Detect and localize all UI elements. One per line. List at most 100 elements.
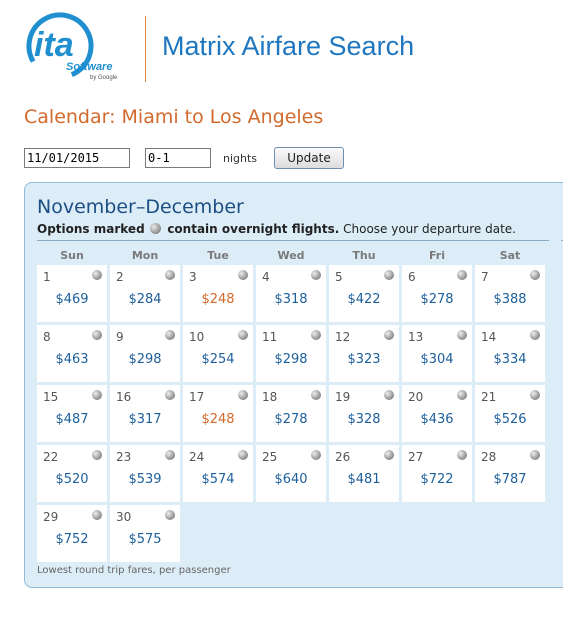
day-number: 11 <box>262 330 278 344</box>
calendar-day-cell[interactable]: 11 $298 <box>256 325 326 382</box>
overnight-indicator-icon <box>457 390 467 400</box>
day-number: 29 <box>43 510 59 524</box>
departure-date-input[interactable] <box>24 148 130 168</box>
update-button[interactable]: Update <box>274 147 344 169</box>
fare-price-link[interactable]: $640 <box>256 472 326 487</box>
calendar-day-cell[interactable]: 2 $284 <box>110 265 180 322</box>
day-number: 14 <box>481 330 497 344</box>
calendar-day-cell[interactable]: 8 $463 <box>37 325 107 382</box>
svg-text:Software: Software <box>66 61 112 73</box>
fare-price-link[interactable]: $520 <box>37 472 107 487</box>
overnight-indicator-icon <box>530 450 540 460</box>
nights-label: nights <box>223 152 258 165</box>
fare-price-link[interactable]: $487 <box>37 412 107 427</box>
fare-price-link[interactable]: $284 <box>110 292 180 307</box>
day-number: 21 <box>481 390 497 404</box>
fare-price-link[interactable]: $463 <box>37 352 107 367</box>
day-number: 22 <box>43 450 59 464</box>
fare-price-link[interactable]: $787 <box>475 472 545 487</box>
overnight-indicator-icon <box>457 450 467 460</box>
overnight-indicator-icon <box>92 510 102 520</box>
svg-text:by Google: by Google <box>90 75 118 81</box>
fare-price-link[interactable]: $278 <box>402 292 472 307</box>
calendar-day-cell[interactable]: 27 $722 <box>402 445 472 502</box>
calendar-day-cell[interactable]: 4 $318 <box>256 265 326 322</box>
fare-price-link[interactable]: $318 <box>256 292 326 307</box>
calendar-day-cell[interactable]: 30 $575 <box>110 505 180 562</box>
calendar-day-cell[interactable]: 24 $574 <box>183 445 253 502</box>
fare-price-link[interactable]: $298 <box>110 352 180 367</box>
fare-price-link[interactable]: $752 <box>37 532 107 547</box>
calendar-day-cell[interactable]: 21 $526 <box>475 385 545 442</box>
fare-price-link[interactable]: $574 <box>183 472 253 487</box>
day-number: 15 <box>43 390 59 404</box>
fare-price-link[interactable]: $422 <box>329 292 399 307</box>
overnight-indicator-icon <box>311 270 321 280</box>
calendar-day-cell[interactable]: 14 $334 <box>475 325 545 382</box>
fare-price-link[interactable]: $328 <box>329 412 399 427</box>
ita-software-logo[interactable]: ita Software by Google <box>24 10 124 82</box>
fare-price-link[interactable]: $722 <box>402 472 472 487</box>
calendar-day-cell[interactable]: 12 $323 <box>329 325 399 382</box>
fare-price-link[interactable]: $526 <box>475 412 545 427</box>
fare-price-link[interactable]: $317 <box>110 412 180 427</box>
fare-price-link[interactable]: $278 <box>256 412 326 427</box>
calendar-day-cell[interactable]: 25 $640 <box>256 445 326 502</box>
overnight-indicator-icon <box>92 450 102 460</box>
app-title: Matrix Airfare Search <box>162 31 415 61</box>
calendar-day-cell[interactable]: 23 $539 <box>110 445 180 502</box>
weekday-rule <box>37 240 549 241</box>
fare-price-link[interactable]: $323 <box>329 352 399 367</box>
fare-price-link[interactable]: $469 <box>37 292 107 307</box>
fare-price-link[interactable]: $248 <box>183 292 253 307</box>
weekday-label: Sat <box>499 249 521 262</box>
calendar-day-cell[interactable]: 17 $248 <box>183 385 253 442</box>
nights-input[interactable] <box>145 148 211 168</box>
fare-price-link[interactable]: $248 <box>183 412 253 427</box>
fare-price-link[interactable]: $539 <box>110 472 180 487</box>
overnight-indicator-icon <box>92 270 102 280</box>
overnight-indicator-icon <box>311 330 321 340</box>
fare-price-link[interactable]: $575 <box>110 532 180 547</box>
fare-price-link[interactable]: $304 <box>402 352 472 367</box>
calendar-day-cell[interactable]: 6 $278 <box>402 265 472 322</box>
day-number: 30 <box>116 510 132 524</box>
calendar-day-cell[interactable]: 20 $436 <box>402 385 472 442</box>
day-number: 26 <box>335 450 351 464</box>
overnight-indicator-icon <box>530 270 540 280</box>
page-title: Calendar: Miami to Los Angeles <box>24 106 324 128</box>
calendar-day-cell[interactable]: 7 $388 <box>475 265 545 322</box>
calendar-day-cell[interactable]: 16 $317 <box>110 385 180 442</box>
calendar-day-cell[interactable]: 26 $481 <box>329 445 399 502</box>
fare-price-link[interactable]: $481 <box>329 472 399 487</box>
calendar-day-cell[interactable]: 10 $254 <box>183 325 253 382</box>
calendar-day-cell[interactable]: 13 $304 <box>402 325 472 382</box>
fare-price-link[interactable]: $334 <box>475 352 545 367</box>
legend-suffix: contain overnight flights. <box>167 222 340 236</box>
day-number: 9 <box>116 330 124 344</box>
overnight-indicator-icon <box>92 390 102 400</box>
calendar-day-cell[interactable]: 22 $520 <box>37 445 107 502</box>
weekday-label: Sun <box>60 249 84 262</box>
calendar-day-cell[interactable]: 9 $298 <box>110 325 180 382</box>
day-number: 10 <box>189 330 205 344</box>
calendar-day-cell[interactable]: 28 $787 <box>475 445 545 502</box>
calendar-day-cell[interactable]: 1 $469 <box>37 265 107 322</box>
calendar-day-cell[interactable]: 29 $752 <box>37 505 107 562</box>
calendar-day-cell[interactable]: 19 $328 <box>329 385 399 442</box>
calendar-range-title: November–December <box>37 196 244 218</box>
overnight-indicator-icon <box>530 330 540 340</box>
calendar-day-cell[interactable]: 15 $487 <box>37 385 107 442</box>
day-number: 8 <box>43 330 51 344</box>
fare-price-link[interactable]: $436 <box>402 412 472 427</box>
fare-price-link[interactable]: $254 <box>183 352 253 367</box>
day-number: 12 <box>335 330 351 344</box>
overnight-legend: Options marked contain overnight flights… <box>37 222 516 236</box>
fare-price-link[interactable]: $388 <box>475 292 545 307</box>
calendar-day-cell[interactable]: 5 $422 <box>329 265 399 322</box>
day-number: 28 <box>481 450 497 464</box>
overnight-indicator-icon <box>238 450 248 460</box>
fare-price-link[interactable]: $298 <box>256 352 326 367</box>
calendar-day-cell[interactable]: 18 $278 <box>256 385 326 442</box>
calendar-day-cell[interactable]: 3 $248 <box>183 265 253 322</box>
